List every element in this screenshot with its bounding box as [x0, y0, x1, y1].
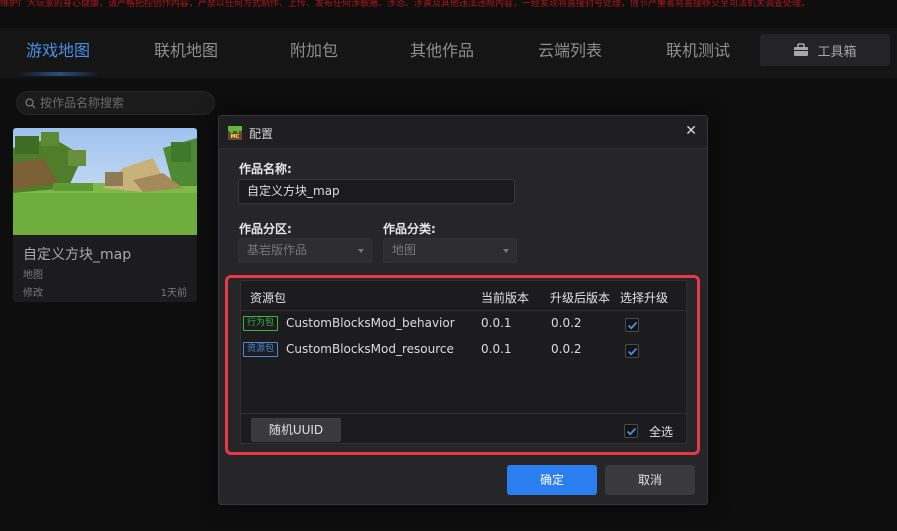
upgraded-version: 0.0.2 — [551, 316, 582, 330]
minecraft-icon: MC — [228, 126, 242, 140]
tab-online-maps[interactable]: 联机地图 — [154, 38, 218, 68]
name-field[interactable]: 自定义方块_map — [238, 179, 515, 204]
chevron-down-icon — [358, 249, 364, 253]
dialog-header: MC 配置 ✕ — [219, 116, 707, 149]
search-icon — [25, 97, 36, 108]
table-row: 资源包 CustomBlocksMod_resource 0.0.1 0.0.2 — [241, 338, 686, 362]
cancel-button[interactable]: 取消 — [605, 465, 695, 495]
top-navigation: 游戏地图 联机地图 附加包 其他作品 云端列表 联机测试 工具箱 — [0, 28, 897, 78]
random-uuid-button[interactable]: 随机UUID — [251, 418, 341, 442]
map-thumbnail — [13, 128, 197, 235]
tab-cloud-list[interactable]: 云端列表 — [538, 38, 602, 68]
header-current-version: 当前版本 — [481, 291, 530, 305]
pack-name: CustomBlocksMod_behavior — [286, 316, 455, 330]
card-title: 自定义方块_map — [23, 247, 132, 263]
upgrade-checkbox[interactable] — [625, 318, 639, 332]
card-status: 修改 — [23, 288, 43, 299]
upgraded-version: 0.0.2 — [551, 342, 582, 356]
confirm-button[interactable]: 确定 — [507, 465, 597, 495]
toolbox-button[interactable]: 工具箱 — [760, 34, 890, 66]
select-all-checkbox[interactable] — [624, 424, 638, 438]
current-version: 0.0.1 — [481, 316, 512, 330]
header-upgraded-version: 升级后版本 — [550, 291, 611, 305]
name-label: 作品名称: — [239, 162, 292, 176]
checkmark-icon — [627, 321, 638, 330]
resource-pack-badge: 资源包 — [243, 342, 279, 357]
footer-divider — [241, 413, 686, 414]
header-select-upgrade: 选择升级 — [620, 291, 669, 305]
zone-label: 作品分区: — [239, 222, 292, 236]
active-tab-indicator — [18, 72, 100, 76]
zone-select[interactable]: 基岩版作品 — [238, 238, 372, 263]
select-all-label: 全选 — [649, 425, 674, 439]
header-pack: 资源包 — [250, 291, 287, 305]
table-row: 行为包 CustomBlocksMod_behavior 0.0.1 0.0.2 — [241, 312, 686, 336]
pack-name: CustomBlocksMod_resource — [286, 342, 454, 356]
warning-banner: 维护广大玩家的身心健康，请严格把控创作内容，严禁以任何方式制作、上传、发布任何涉… — [0, 0, 811, 9]
upgrade-checkbox[interactable] — [625, 344, 639, 358]
pack-table: 资源包 当前版本 升级后版本 选择升级 行为包 CustomBlocksMod_… — [240, 280, 687, 444]
checkmark-icon — [627, 347, 638, 356]
checkmark-icon — [626, 427, 637, 436]
svg-text:MC: MC — [231, 134, 240, 140]
behavior-pack-badge: 行为包 — [243, 316, 279, 331]
category-select[interactable]: 地图 — [383, 238, 517, 263]
current-version: 0.0.1 — [481, 342, 512, 356]
dialog-title: 配置 — [249, 127, 274, 141]
search-input[interactable] — [40, 96, 200, 110]
search-box[interactable] — [16, 91, 215, 115]
card-time: 1天前 — [160, 288, 187, 299]
tab-addons[interactable]: 附加包 — [290, 38, 338, 68]
config-dialog: MC 配置 ✕ 作品名称: 自定义方块_map 作品分区: 基岩版作品 作品分类… — [218, 115, 708, 505]
close-icon[interactable]: ✕ — [685, 123, 697, 139]
tab-online-test[interactable]: 联机测试 — [666, 38, 730, 68]
tab-game-maps[interactable]: 游戏地图 — [26, 38, 90, 68]
map-card[interactable]: 自定义方块_map 地图 修改 1天前 — [13, 128, 197, 302]
toolbox-icon — [794, 43, 809, 56]
tab-other-works[interactable]: 其他作品 — [410, 38, 474, 68]
zone-select-value: 基岩版作品 — [247, 243, 308, 257]
header-divider — [241, 310, 686, 311]
category-label: 作品分类: — [383, 222, 436, 236]
toolbox-label: 工具箱 — [817, 44, 857, 60]
category-select-value: 地图 — [392, 243, 417, 257]
card-type: 地图 — [23, 270, 43, 281]
chevron-down-icon — [503, 249, 509, 253]
